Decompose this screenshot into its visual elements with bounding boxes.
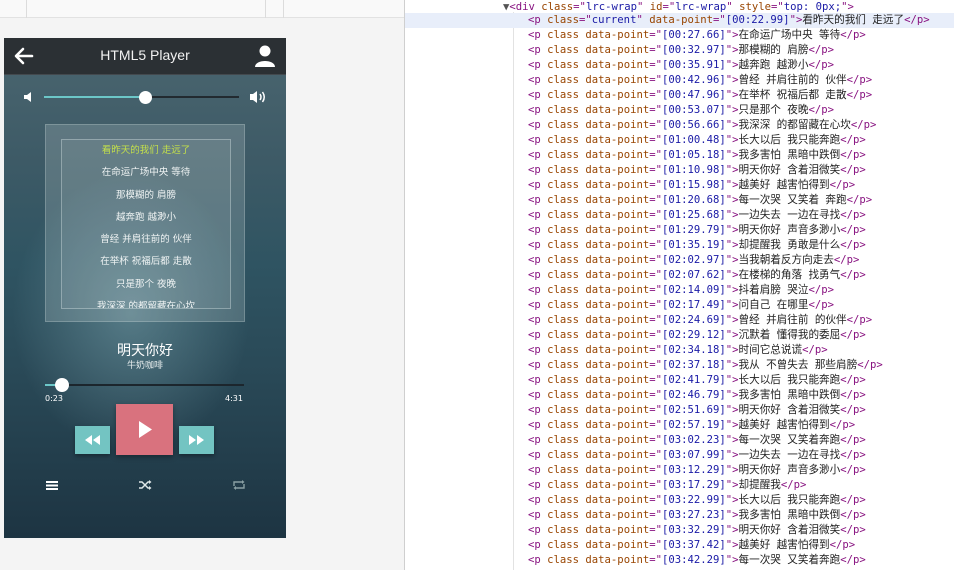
dom-node-lyric[interactable]: <p class data-point="[00:32.97]">那模糊的 肩膀… — [405, 43, 954, 58]
lyric-line: 在举杯 祝福后都 走散 — [100, 256, 192, 268]
volume-high-icon[interactable] — [249, 89, 267, 105]
volume-low-icon[interactable] — [22, 90, 36, 104]
volume-fill — [44, 96, 146, 98]
dom-node-lyric[interactable]: <p class data-point="[01:20.68]">每一次哭 又笑… — [405, 193, 954, 208]
dom-node-lyric[interactable]: <p class data-point="[03:22.99]">长大以后 我只… — [405, 493, 954, 508]
dom-node-lyric[interactable]: <p class data-point="[01:29.79]">明天你好 声音… — [405, 223, 954, 238]
lyrics-panel: 看昨天的我们 走远了 在命运广场中央 等待 那模糊的 肩膀 越奔跑 越渺小曾经 并肩往… — [45, 124, 245, 322]
dom-node-lyric[interactable]: <p class data-point="[02:51.69]">明天你好 含着… — [405, 403, 954, 418]
dom-node-lyric[interactable]: <p class data-point="[01:00.48]">长大以后 我只… — [405, 133, 954, 148]
dom-node-lyric[interactable]: <p class data-point="[00:56.66]">我深深 的都留… — [405, 118, 954, 133]
dom-node-lyric[interactable]: <p class data-point="[02:34.18]">时间它总说谎<… — [405, 343, 954, 358]
lyric-line: 只是那个 夜晚 — [115, 278, 177, 290]
lyric-line-current: 看昨天的我们 走远了 — [101, 145, 191, 156]
dom-node-lyric[interactable]: <p class data-point="[03:37.42]">越美好 越害怕… — [405, 538, 954, 553]
dom-node-lyric[interactable]: <p class data-point="[03:42.29]">每一次哭 又笑… — [405, 553, 954, 568]
lyrics-scroll[interactable]: 看昨天的我们 走远了 在命运广场中央 等待 那模糊的 肩膀 越奔跑 越渺小曾经 并肩往… — [61, 139, 231, 309]
shuffle-icon[interactable] — [137, 478, 153, 492]
dom-node-lyric[interactable]: <p class data-point="[02:17.49]">问自己 在哪里… — [405, 298, 954, 313]
dom-node-lyric[interactable]: <p class data-point="[00:47.96]">在举杯 祝福后… — [405, 88, 954, 103]
play-icon — [139, 421, 152, 438]
song-title: 明天你好 — [117, 343, 173, 359]
dom-node-lyric[interactable]: <p class data-point="[00:35.91]">越奔跑 越渺小… — [405, 58, 954, 73]
player-screen: HTML5 Player 看昨天的我们 走远了 在命运广场中央 等待那模糊的 肩… — [4, 38, 286, 538]
repeat-icon[interactable] — [231, 478, 247, 492]
dom-node-lyric[interactable]: <p class data-point="[02:07.62]">在楼梯的角落 … — [405, 268, 954, 283]
lyric-line: 那模糊的 肩膀 — [115, 189, 177, 201]
lyric-line: 曾经 并肩往前的 伙伴 — [100, 234, 192, 246]
volume-handle[interactable] — [139, 91, 153, 104]
next-button[interactable] — [179, 426, 214, 454]
dom-node-lyric[interactable]: <p class data-point="[00:42.96]">曾经 并肩往前… — [405, 73, 954, 88]
play-button[interactable] — [116, 404, 173, 455]
user-icon[interactable] — [254, 44, 276, 68]
dom-node-lyric[interactable]: <p class data-point="[02:14.09]">抖着肩膀 哭泣… — [405, 283, 954, 298]
dom-node-lyric-current[interactable]: <p class="current" data-point="[00:22.99… — [405, 13, 954, 28]
browser-toolbar-strip — [0, 0, 404, 18]
dom-node-lyric[interactable]: <p class data-point="[03:12.29]">明天你好 声音… — [405, 463, 954, 478]
dom-node-lyric[interactable]: <p class data-point="[02:57.19]">越美好 越害怕… — [405, 418, 954, 433]
dom-node-lyric[interactable]: <p class data-point="[01:15.98]">越美好 越害怕… — [405, 178, 954, 193]
lyric-line: 我深深 的都留藏在心坎 — [96, 301, 196, 309]
dom-node-lyric[interactable]: <p class data-point="[02:29.12]">沉默着 懂得我… — [405, 328, 954, 343]
dom-node-lyric[interactable]: <p class data-point="[02:02.97]">当我朝着反方向… — [405, 253, 954, 268]
dom-node-lyric[interactable]: <p class data-point="[03:07.99]">一边失去 一边… — [405, 448, 954, 463]
dom-node-lyric[interactable]: <p class data-point="[01:25.68]">一边失去 一边… — [405, 208, 954, 223]
dom-node-lyric[interactable]: <p class data-point="[00:53.07]">只是那个 夜晚… — [405, 103, 954, 118]
dom-node-lyric[interactable]: <p class data-point="[01:35.19]">却提醒我 勇敢… — [405, 238, 954, 253]
current-time: 0:23 — [45, 394, 63, 403]
dom-node-lyric[interactable]: <p class data-point="[01:10.98]">明天你好 含着… — [405, 163, 954, 178]
dom-node-lyric[interactable]: <p class data-point="[02:46.79]">我多害怕 黑暗… — [405, 388, 954, 403]
dom-node-lyric[interactable]: <p class data-point="[03:32.29]">明天你好 含着… — [405, 523, 954, 538]
list-icon[interactable] — [44, 478, 60, 492]
dom-node-lyric[interactable]: <p class data-point="[02:41.79]">长大以后 我只… — [405, 373, 954, 388]
volume-control — [4, 88, 286, 108]
dom-node-lyric[interactable]: <p class data-point="[03:27.23]">我多害怕 黑暗… — [405, 508, 954, 523]
dom-node-lyric[interactable]: <p class data-point="[01:05.18]">我多害怕 黑暗… — [405, 148, 954, 163]
dom-node-lyric[interactable]: <p class data-point="[02:37.18]">我从 不曾失去… — [405, 358, 954, 373]
rewind-icon — [85, 435, 100, 445]
progress-control: 0:23 4:31 — [4, 376, 286, 406]
app-header: HTML5 Player — [4, 38, 286, 75]
fast-forward-icon — [189, 435, 204, 445]
dom-node-lyric[interactable]: <p class data-point="[03:17.29]">却提醒我</p… — [405, 478, 954, 493]
browser-viewport: HTML5 Player 看昨天的我们 走远了 在命运广场中央 等待那模糊的 肩… — [0, 0, 404, 570]
duration: 4:31 — [225, 394, 243, 403]
dom-node-lyric[interactable]: <p class data-point="[00:27.66]">在命运广场中央… — [405, 28, 954, 43]
volume-slider[interactable] — [44, 91, 239, 104]
progress-slider[interactable] — [45, 378, 244, 392]
previous-button[interactable] — [75, 426, 110, 454]
app-title: HTML5 Player — [100, 47, 190, 63]
dom-node-lyric[interactable]: <p class data-point="[02:24.69]">曾经 并肩往前… — [405, 313, 954, 328]
lyric-line: 越奔跑 越渺小 — [115, 211, 177, 223]
dom-node-lyric[interactable]: <p class data-point="[03:02.23]">每一次哭 又笑… — [405, 433, 954, 448]
lyric-line: 在命运广场中央 等待 — [101, 167, 191, 179]
song-artist: 牛奶咖啡 — [126, 361, 163, 371]
progress-handle[interactable] — [54, 378, 69, 392]
devtools-elements-panel: ••• ▼<div class="lrc-wrap" id="lrc-wrap"… — [404, 0, 954, 570]
